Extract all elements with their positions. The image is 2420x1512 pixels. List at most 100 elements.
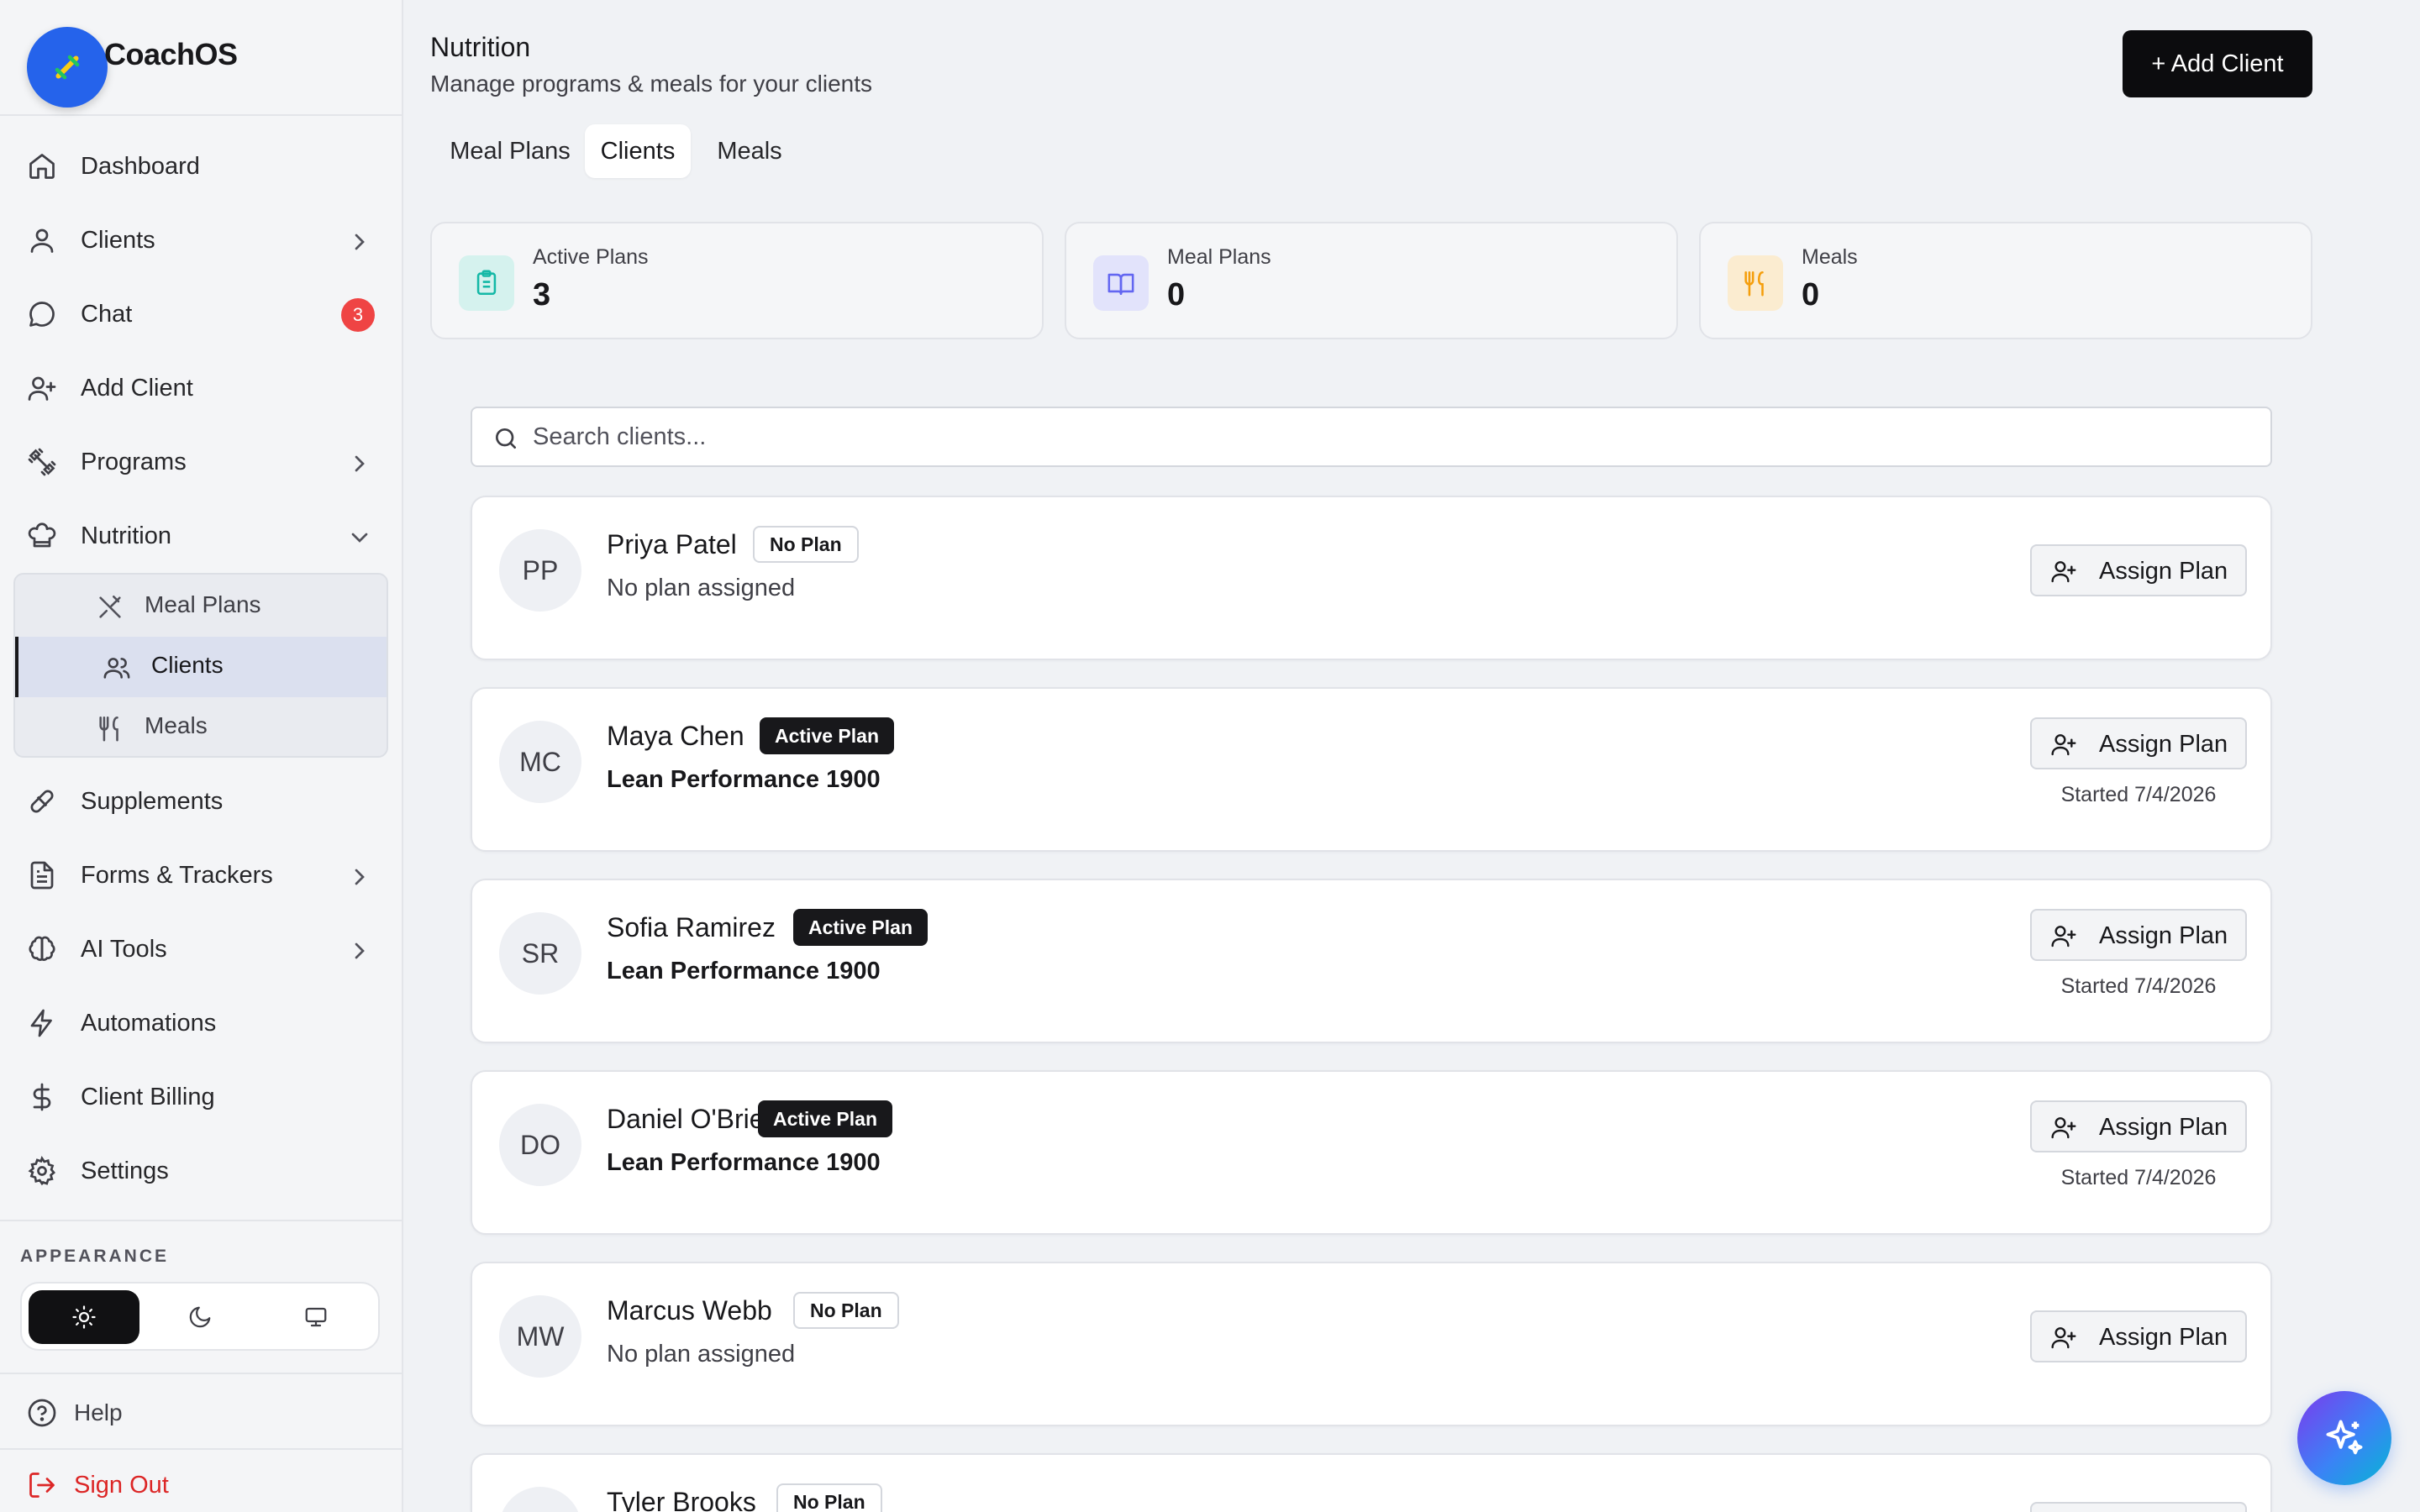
- client-name: Priya Patel: [607, 529, 737, 559]
- theme-light-button[interactable]: [29, 1290, 139, 1344]
- avatar: MC: [499, 721, 581, 803]
- sidebar-item-forms-trackers[interactable]: Forms & Trackers: [0, 845, 402, 906]
- assign-plan-button[interactable]: Assign Plan: [2030, 544, 2247, 596]
- stat-card-meal-plans: Meal Plans 0: [1065, 222, 1678, 339]
- dollar-icon: [27, 1082, 57, 1112]
- help-label: Help: [74, 1399, 123, 1425]
- client-card[interactable]: MW Marcus Webb No Plan No plan assigned …: [471, 1262, 2272, 1426]
- sidebar-item-label: Nutrition: [81, 522, 171, 549]
- submenu-item-label: Meal Plans: [145, 591, 261, 617]
- sidebar-item-client-billing[interactable]: Client Billing: [0, 1067, 402, 1127]
- sidebar-item-label: Chat: [81, 300, 133, 328]
- appearance-label: APPEARANCE: [20, 1247, 170, 1266]
- search-box: [471, 407, 2272, 467]
- sidebar-item-label: Forms & Trackers: [81, 861, 273, 889]
- status-badge: Active Plan: [793, 909, 928, 946]
- sidebar-item-label: Add Client: [81, 374, 193, 402]
- sidebar-item-settings[interactable]: Settings: [0, 1141, 402, 1201]
- status-badge: Active Plan: [758, 1100, 892, 1137]
- sign-out-label: Sign Out: [74, 1472, 169, 1499]
- sidebar-divider: [0, 1373, 402, 1374]
- sidebar-item-label: Supplements: [81, 787, 224, 815]
- stat-label: Meal Plans: [1167, 245, 1271, 269]
- sidebar-item-dashboard[interactable]: Dashboard: [0, 136, 402, 197]
- sidebar-divider: [0, 1448, 402, 1450]
- assign-plan-button[interactable]: Assign Plan: [2030, 717, 2247, 769]
- search-input[interactable]: [533, 415, 2247, 459]
- users-icon: [103, 654, 131, 682]
- sidebar-item-label: Clients: [81, 226, 155, 254]
- help-link[interactable]: Help: [0, 1383, 402, 1443]
- avatar: DO: [499, 1104, 581, 1186]
- sidebar-item-label: Automations: [81, 1009, 217, 1037]
- chat-icon: [27, 299, 57, 329]
- chevron-down-icon: [346, 524, 373, 551]
- user-plus-icon: [2050, 731, 2077, 758]
- dumbbell-icon: [27, 447, 57, 477]
- sidebar-item-clients[interactable]: Clients: [0, 210, 402, 270]
- client-card[interactable]: TB Tyler Brooks No Plan: [471, 1453, 2272, 1512]
- assign-plan-button[interactable]: Assign Plan: [2030, 1310, 2247, 1362]
- assign-plan-button[interactable]: Assign Plan: [2030, 1100, 2247, 1152]
- client-name: Sofia Ramirez: [607, 912, 776, 942]
- assign-plan-label: Assign Plan: [2099, 731, 2228, 758]
- monitor-icon: [303, 1305, 329, 1330]
- submenu-item-meal-plans[interactable]: Meal Plans: [15, 576, 387, 637]
- sidebar-item-nutrition[interactable]: Nutrition: [0, 506, 402, 566]
- submenu-item-clients[interactable]: Clients: [15, 637, 387, 697]
- status-badge: Active Plan: [760, 717, 894, 754]
- stat-card-meals: Meals 0: [1699, 222, 2312, 339]
- status-badge: No Plan: [776, 1483, 882, 1512]
- sidebar: CoachOS Dashboard Clients Chat 3 Add Cli…: [0, 0, 403, 1512]
- sidebar-item-automations[interactable]: Automations: [0, 993, 402, 1053]
- logo-icon[interactable]: [27, 27, 108, 108]
- theme-dark-button[interactable]: [145, 1290, 255, 1344]
- sidebar-item-supplements[interactable]: Supplements: [0, 771, 402, 832]
- utensils-crossed-icon: [96, 593, 124, 622]
- stat-label: Meals: [1802, 245, 1858, 269]
- avatar: TB: [499, 1487, 581, 1512]
- avatar: SR: [499, 912, 581, 995]
- assign-plan-label: Assign Plan: [2099, 922, 2228, 949]
- tab-meals[interactable]: Meals: [691, 124, 808, 178]
- app-name: CoachOS: [104, 37, 238, 71]
- sidebar-divider: [0, 1220, 402, 1221]
- nutrition-submenu: Meal Plans Clients Meals: [13, 573, 388, 758]
- stat-value: 0: [1167, 277, 1186, 312]
- plan-description: Lean Performance 1900: [607, 958, 881, 984]
- tab-meal-plans[interactable]: Meal Plans: [430, 124, 590, 178]
- avatar: MW: [499, 1295, 581, 1378]
- sign-out-button[interactable]: Sign Out: [0, 1458, 402, 1512]
- sidebar-item-label: Dashboard: [81, 152, 200, 180]
- stat-card-active-plans: Active Plans 3: [430, 222, 1044, 339]
- add-client-button[interactable]: + Add Client: [2123, 30, 2312, 97]
- stat-label: Active Plans: [533, 245, 649, 269]
- sidebar-item-add-client[interactable]: Add Client: [0, 358, 402, 418]
- chat-unread-badge: 3: [341, 298, 375, 332]
- sidebar-item-label: Client Billing: [81, 1083, 215, 1110]
- theme-system-button[interactable]: [260, 1290, 371, 1344]
- assign-plan-button[interactable]: [2030, 1502, 2247, 1512]
- client-card[interactable]: MC Maya Chen Active Plan Lean Performanc…: [471, 687, 2272, 852]
- ai-assistant-button[interactable]: [2297, 1391, 2391, 1485]
- submenu-item-label: Meals: [145, 712, 208, 738]
- home-icon: [27, 151, 57, 181]
- client-card[interactable]: SR Sofia Ramirez Active Plan Lean Perfor…: [471, 879, 2272, 1043]
- sun-icon: [71, 1305, 97, 1330]
- sidebar-item-programs[interactable]: Programs: [0, 432, 402, 492]
- assign-plan-label: Assign Plan: [2099, 1114, 2228, 1141]
- tab-clients[interactable]: Clients: [585, 124, 691, 178]
- utensils-icon: [96, 714, 124, 743]
- plan-description: No plan assigned: [607, 575, 796, 601]
- user-plus-icon: [2050, 1324, 2077, 1351]
- chevron-right-icon: [346, 450, 373, 477]
- client-card[interactable]: DO Daniel O'Brien Active Plan Lean Perfo…: [471, 1070, 2272, 1235]
- plan-description: Lean Performance 1900: [607, 766, 881, 793]
- gear-icon: [27, 1156, 57, 1186]
- submenu-item-meals[interactable]: Meals: [15, 697, 387, 756]
- assign-plan-button[interactable]: Assign Plan: [2030, 909, 2247, 961]
- zap-icon: [27, 1008, 57, 1038]
- sidebar-item-ai-tools[interactable]: AI Tools: [0, 919, 402, 979]
- client-card[interactable]: PP Priya Patel No Plan No plan assigned …: [471, 496, 2272, 660]
- assign-plan-label: Assign Plan: [2099, 1324, 2228, 1351]
